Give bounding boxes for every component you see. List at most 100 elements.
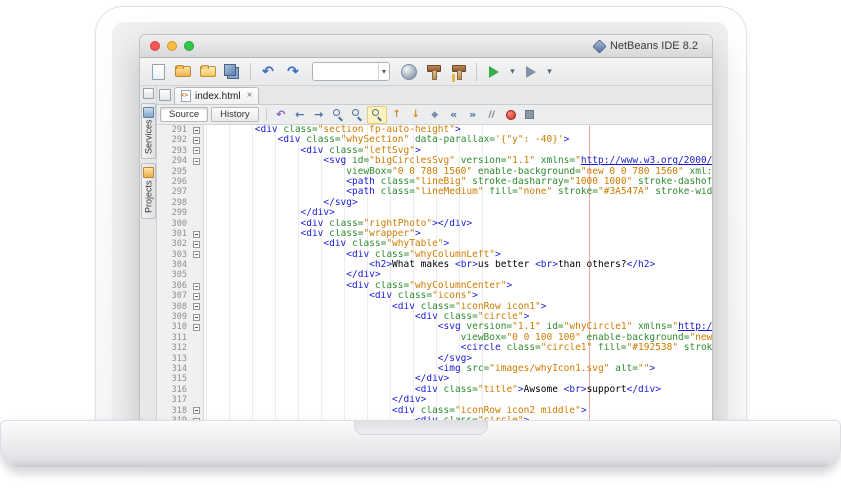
line-number[interactable]: 292 xyxy=(157,135,190,145)
next-bookmark-icon[interactable] xyxy=(407,107,425,123)
line-number[interactable]: 295 xyxy=(157,167,190,177)
line-number[interactable]: 315 xyxy=(157,374,190,384)
code-line[interactable]: 311 viewBox="0 0 100 100" enable-backgro… xyxy=(157,333,712,343)
code-line[interactable]: 295 viewBox="0 0 780 1560" enable-backgr… xyxy=(157,167,712,177)
fold-toggle-icon[interactable] xyxy=(193,231,200,238)
line-number[interactable]: 298 xyxy=(157,198,190,208)
line-number[interactable]: 311 xyxy=(157,333,190,343)
code-line[interactable]: 310 <svg version="1.1" id="whyCircle1" x… xyxy=(157,322,712,332)
start-macro-icon[interactable] xyxy=(502,107,520,123)
new-file-icon[interactable] xyxy=(146,60,170,83)
fold-toggle-icon[interactable] xyxy=(193,314,200,321)
run-project-icon[interactable] xyxy=(482,60,506,83)
line-number[interactable]: 296 xyxy=(157,177,190,187)
line-number[interactable]: 306 xyxy=(157,281,190,291)
code-line[interactable]: 302 <div class="whyTable"> xyxy=(157,239,712,249)
line-number[interactable]: 297 xyxy=(157,187,190,197)
comment-icon[interactable] xyxy=(483,107,501,123)
minimize-button[interactable] xyxy=(167,41,177,51)
code-line[interactable]: 309 <div class="circle"> xyxy=(157,312,712,322)
fold-toggle-icon[interactable] xyxy=(193,324,200,331)
fold-toggle-icon[interactable] xyxy=(193,137,200,144)
fold-toggle-icon[interactable] xyxy=(193,283,200,290)
line-number[interactable]: 318 xyxy=(157,406,190,416)
code-line[interactable]: 306 <div class="whyColumnCenter"> xyxy=(157,281,712,291)
debug-dropdown-icon[interactable] xyxy=(544,60,555,83)
save-all-icon[interactable] xyxy=(221,60,245,83)
code-line[interactable]: 292 <div class="whySection" data-paralla… xyxy=(157,135,712,145)
prev-bookmark-icon[interactable] xyxy=(388,107,406,123)
code-line[interactable]: 291 <div class="section fp-auto-height"> xyxy=(157,125,712,135)
line-number[interactable]: 303 xyxy=(157,250,190,260)
line-number[interactable]: 317 xyxy=(157,395,190,405)
last-edit-icon[interactable] xyxy=(272,107,290,123)
clean-build-icon[interactable] xyxy=(447,60,471,83)
fold-toggle-icon[interactable] xyxy=(193,158,200,165)
fold-toggle-icon[interactable] xyxy=(193,251,200,258)
fold-toggle-icon[interactable] xyxy=(193,293,200,300)
code-line[interactable]: 298 </svg> xyxy=(157,198,712,208)
code-line[interactable]: 300 <div class="rightPhoto"></div> xyxy=(157,219,712,229)
code-line[interactable]: 312 <circle class="circle1" fill="#19253… xyxy=(157,343,712,353)
forward-icon[interactable] xyxy=(310,107,328,123)
code-line[interactable]: 313 </svg> xyxy=(157,354,712,364)
line-number[interactable]: 299 xyxy=(157,208,190,218)
tab-index-html[interactable]: index.html × xyxy=(174,87,259,104)
line-number[interactable]: 293 xyxy=(157,146,190,156)
code-line[interactable]: 316 <div class="title">Awsome <br>suppor… xyxy=(157,385,712,395)
debug-project-icon[interactable] xyxy=(519,60,543,83)
tab-close-icon[interactable]: × xyxy=(247,91,253,101)
code-line[interactable]: 299 </div> xyxy=(157,208,712,218)
find-occurrence-icon[interactable] xyxy=(348,107,366,123)
line-number[interactable]: 312 xyxy=(157,343,190,353)
undo-icon[interactable] xyxy=(256,60,280,83)
fold-toggle-icon[interactable] xyxy=(193,147,200,154)
line-number[interactable]: 302 xyxy=(157,239,190,249)
line-number[interactable]: 309 xyxy=(157,312,190,322)
stop-macro-icon[interactable] xyxy=(521,107,539,123)
toggle-bookmark-icon[interactable] xyxy=(426,107,444,123)
document-list-icon[interactable] xyxy=(159,89,171,101)
fold-toggle-icon[interactable] xyxy=(193,303,200,310)
toggle-highlight-icon[interactable] xyxy=(367,106,387,124)
code-line[interactable]: 308 <div class="iconRow icon1"> xyxy=(157,302,712,312)
back-icon[interactable] xyxy=(291,107,309,123)
line-number[interactable]: 294 xyxy=(157,156,190,166)
code-editor[interactable]: 291 <div class="section fp-auto-height">… xyxy=(157,125,712,421)
line-number[interactable]: 310 xyxy=(157,322,190,332)
history-view-button[interactable]: History xyxy=(211,107,259,122)
fold-toggle-icon[interactable] xyxy=(193,407,200,414)
code-line[interactable]: 303 <div class="whyColumnLeft"> xyxy=(157,250,712,260)
new-project-icon[interactable] xyxy=(171,60,195,83)
fold-toggle-icon[interactable] xyxy=(193,241,200,248)
code-line[interactable]: 315 </div> xyxy=(157,374,712,384)
line-number[interactable]: 307 xyxy=(157,291,190,301)
line-number[interactable]: 301 xyxy=(157,229,190,239)
shift-left-icon[interactable] xyxy=(445,107,463,123)
sidebar-tab-services[interactable]: Services xyxy=(141,103,156,159)
source-view-button[interactable]: Source xyxy=(160,107,208,122)
combo-dropdown-icon[interactable]: ▾ xyxy=(378,63,389,80)
run-dropdown-icon[interactable] xyxy=(507,60,518,83)
close-button[interactable] xyxy=(150,41,160,51)
line-number[interactable]: 313 xyxy=(157,354,190,364)
line-number[interactable]: 291 xyxy=(157,125,190,135)
code-line[interactable]: 307 <div class="icons"> xyxy=(157,291,712,301)
sidebar-tab-projects[interactable]: Projects xyxy=(141,163,156,219)
deploy-icon[interactable] xyxy=(397,60,421,83)
line-number[interactable]: 300 xyxy=(157,219,190,229)
build-project-icon[interactable] xyxy=(422,60,446,83)
code-line[interactable]: 314 <img src="images/whyIcon1.svg" alt="… xyxy=(157,364,712,374)
code-line[interactable]: 305 </div> xyxy=(157,270,712,280)
line-number[interactable]: 314 xyxy=(157,364,190,374)
code-line[interactable]: 297 <path class="lineMedium" fill="none"… xyxy=(157,187,712,197)
zoom-button[interactable] xyxy=(184,41,194,51)
code-line[interactable]: 296 <path class="lineBig" stroke-dasharr… xyxy=(157,177,712,187)
window-menu-icon[interactable] xyxy=(143,88,154,99)
shift-right-icon[interactable] xyxy=(464,107,482,123)
redo-icon[interactable] xyxy=(281,60,305,83)
line-number[interactable]: 304 xyxy=(157,260,190,270)
code-line[interactable]: 293 <div class="leftSvg"> xyxy=(157,146,712,156)
code-line[interactable]: 304 <h2>What makes <br>us better <br>tha… xyxy=(157,260,712,270)
fold-toggle-icon[interactable] xyxy=(193,127,200,134)
